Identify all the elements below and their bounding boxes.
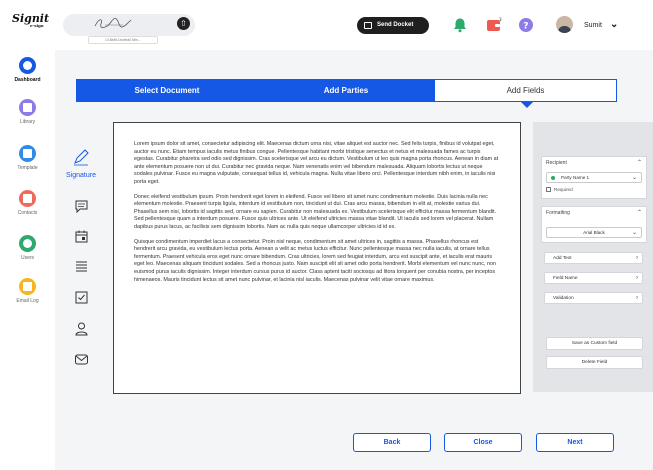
wizard-steps: Select Document Add Parties Add Fields xyxy=(76,79,617,102)
sidebar-item-label: Template xyxy=(17,165,38,171)
recipient-value: Party Name 1 xyxy=(561,175,590,180)
email-icon[interactable] xyxy=(74,352,89,367)
required-checkbox[interactable]: Required xyxy=(546,187,573,192)
collapse-chevron-icon[interactable]: ⌃ xyxy=(637,209,642,216)
back-button[interactable]: Back xyxy=(353,433,431,452)
font-select[interactable]: Arial Black ⌄ xyxy=(546,227,642,238)
next-button[interactable]: Next xyxy=(536,433,614,452)
comment-icon[interactable] xyxy=(74,199,89,214)
upload-icon: ⇧ xyxy=(180,19,187,28)
sidebar-item-dashboard[interactable]: Dashboard xyxy=(0,57,55,97)
field-name-row[interactable]: Field Name › xyxy=(544,272,643,284)
add-text-label: Add Text xyxy=(553,256,572,261)
library-icon xyxy=(19,99,36,116)
checkbox-icon[interactable] xyxy=(74,290,89,305)
document-paragraph: Quisque condimentum imperdiet lacus a co… xyxy=(134,238,496,283)
svg-text:?: ? xyxy=(523,22,528,32)
svg-text:10: 10 xyxy=(499,17,502,22)
recipient-card: Recipient ⌃ Party Name 1 ⌄ Required xyxy=(541,156,647,199)
wallet-icon[interactable]: 10 xyxy=(486,17,502,33)
email-log-icon xyxy=(19,278,36,295)
sidebar-item-users[interactable]: Users xyxy=(0,235,55,275)
collapse-chevron-icon[interactable]: ⌃ xyxy=(637,159,642,166)
chevron-right-icon: › xyxy=(636,275,638,281)
user-avatar[interactable] xyxy=(556,16,573,33)
validation-label: Validation xyxy=(553,296,574,301)
app-logo[interactable]: Signit e-sign xyxy=(12,12,49,28)
document-paragraph: Lorem ipsum dolor sit amet, consectetur … xyxy=(134,141,499,185)
notification-bell-icon[interactable] xyxy=(452,17,468,33)
signature-pen-icon[interactable] xyxy=(72,148,90,166)
sidebar-item-label: Contacts xyxy=(17,210,38,216)
sidebar-item-template[interactable]: Template xyxy=(0,145,55,185)
signature-scribble-icon xyxy=(94,18,132,28)
sidebar: Dashboard Library Template Contacts User… xyxy=(0,50,55,470)
sidebar-item-label: Dashboard xyxy=(14,77,41,83)
user-menu-chevron-icon[interactable]: ⌄ xyxy=(610,19,618,30)
formatting-header: Formatting xyxy=(546,210,570,216)
delete-field-button[interactable]: Delete Field xyxy=(546,356,643,369)
chevron-down-icon: ⌄ xyxy=(631,230,637,236)
users-icon xyxy=(19,235,36,252)
dashboard-icon xyxy=(19,57,36,74)
user-icon[interactable] xyxy=(74,321,89,336)
recipient-select[interactable]: Party Name 1 ⌄ xyxy=(546,172,642,183)
sidebar-item-label: Email Log xyxy=(16,298,39,304)
chevron-right-icon: › xyxy=(636,255,638,261)
send-docket-button[interactable]: Send Docket xyxy=(357,17,429,34)
close-button[interactable]: Close xyxy=(444,433,522,452)
top-bar: Signit e-sign Cf-8e8f-1ec9ea0 Min... ⇧ S… xyxy=(0,0,653,50)
formatting-card: Formatting ⌃ Arial Black ⌄ xyxy=(541,206,647,243)
sidebar-item-label: Library xyxy=(19,119,36,125)
document-preview[interactable]: Lorem ipsum dolor sit amet, consectetur … xyxy=(113,122,521,394)
step-select-document[interactable]: Select Document xyxy=(77,80,257,101)
send-docket-label: Send Docket xyxy=(377,22,414,28)
signature-caption: Cf-8e8f-1ec9ea0 Min... xyxy=(88,36,158,44)
signature-tool-label[interactable]: Signature xyxy=(60,172,102,179)
step-add-fields[interactable]: Add Fields xyxy=(435,80,616,101)
checkbox-box xyxy=(546,187,551,192)
chevron-right-icon: › xyxy=(636,295,638,301)
user-name[interactable]: Sumit xyxy=(584,22,602,29)
list-icon[interactable] xyxy=(74,259,89,274)
calendar-icon[interactable] xyxy=(74,229,89,244)
chevron-down-icon: ⌄ xyxy=(631,175,637,181)
validation-row[interactable]: Validation › xyxy=(544,292,643,304)
required-label: Required xyxy=(554,187,573,192)
party-color-dot xyxy=(551,176,555,180)
help-icon[interactable]: ? xyxy=(518,17,534,33)
template-icon xyxy=(19,145,36,162)
field-name-label: Field Name xyxy=(553,276,578,281)
field-properties-panel: Recipient ⌃ Party Name 1 ⌄ Required Form… xyxy=(533,122,653,392)
signature-preview[interactable]: Cf-8e8f-1ec9ea0 Min... xyxy=(63,14,195,44)
document-paragraph: Donec eleifend vestibulum ipsum. Proin h… xyxy=(134,193,497,230)
save-custom-field-button[interactable]: Save as Custom field xyxy=(546,337,643,350)
add-text-row[interactable]: Add Text › xyxy=(544,252,643,264)
sidebar-item-library[interactable]: Library xyxy=(0,99,55,139)
font-value: Arial Black xyxy=(583,230,605,235)
recipient-header: Recipient xyxy=(546,160,567,166)
upload-signature-button[interactable]: ⇧ xyxy=(177,17,190,30)
current-step-indicator xyxy=(521,102,533,108)
sidebar-item-email-log[interactable]: Email Log xyxy=(0,278,55,318)
sidebar-item-contacts[interactable]: Contacts xyxy=(0,190,55,230)
contacts-icon xyxy=(19,190,36,207)
step-add-parties[interactable]: Add Parties xyxy=(257,80,435,101)
docket-icon xyxy=(364,22,372,29)
sidebar-item-label: Users xyxy=(20,255,35,261)
